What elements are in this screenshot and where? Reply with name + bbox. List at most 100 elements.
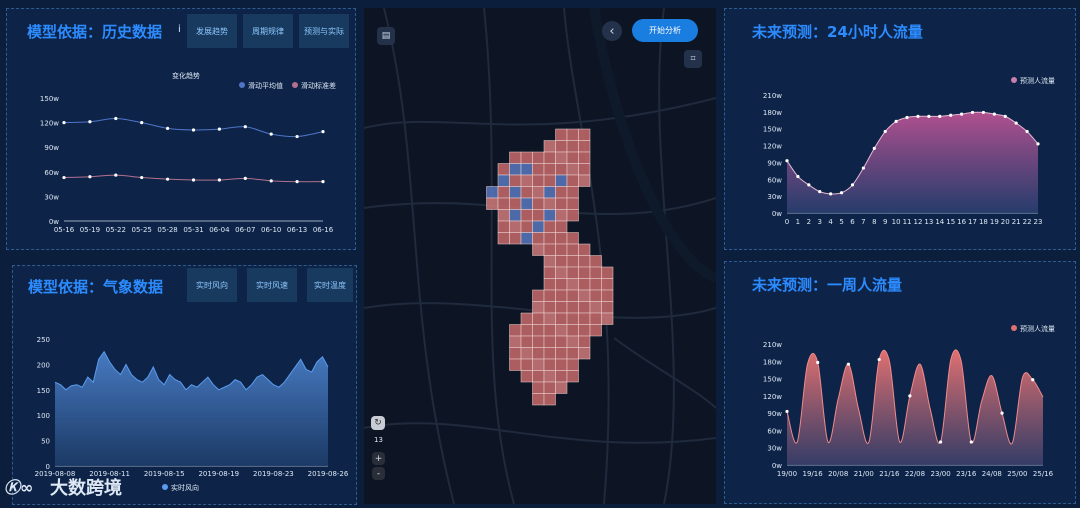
map-road	[658, 8, 675, 504]
heatmap-cell	[555, 289, 568, 302]
data-point	[140, 175, 144, 180]
heatmap-cell	[566, 301, 579, 314]
data-point	[818, 190, 822, 194]
x-tick-label: 25/16	[1033, 470, 1054, 478]
map-view[interactable]: ▤ ‹ 开始分析 ⌗ ↻ 13 + -	[364, 8, 716, 504]
zoom-in-button[interactable]: +	[372, 452, 385, 465]
data-point	[938, 114, 942, 118]
heatmap-cell	[520, 370, 533, 383]
heatmap-cell	[578, 324, 591, 337]
data-point	[88, 175, 92, 179]
x-tick-label: 19	[990, 218, 999, 226]
layers-icon[interactable]: ▤	[377, 27, 395, 45]
heatmap-cell	[589, 266, 602, 279]
y-tick-label: 120w	[763, 393, 782, 401]
data-point	[62, 175, 66, 180]
x-tick-label: 22/08	[905, 470, 925, 478]
heatmap-cell	[543, 220, 556, 233]
data-point	[872, 146, 876, 150]
heatmap-cell	[532, 381, 545, 394]
data-point	[166, 126, 170, 130]
data-point	[295, 134, 299, 139]
data-point	[166, 177, 170, 181]
map-canvas[interactable]	[364, 8, 716, 504]
y-tick-label: 150w	[40, 95, 59, 103]
map-river	[589, 8, 716, 283]
legend-label: 预测人流量	[1020, 324, 1055, 333]
x-tick-label: 21	[1012, 218, 1021, 226]
heatmap-cell	[543, 393, 556, 406]
legend-marker	[162, 484, 168, 490]
x-tick-label: 23/00	[931, 470, 951, 478]
heatmap-cell	[555, 301, 568, 314]
heatmap-cell	[578, 266, 591, 279]
x-tick-label: 5	[839, 218, 843, 226]
heatmap-cell	[520, 347, 533, 360]
heatmap-cell	[555, 278, 568, 291]
data-point	[981, 110, 986, 115]
data-point	[269, 132, 273, 136]
data-point	[883, 129, 887, 134]
heatmap-cell	[520, 312, 533, 325]
y-tick-label: 60w	[767, 427, 782, 435]
x-tick-label: 20	[1001, 218, 1010, 226]
zoom-out-button[interactable]: -	[372, 467, 385, 480]
x-tick-label: 1	[796, 218, 800, 226]
data-point	[88, 120, 92, 124]
y-tick-label: 0w	[49, 218, 59, 226]
heatmap-cell	[520, 220, 533, 233]
select-tool-icon[interactable]: ⌗	[684, 50, 702, 68]
heatmap-cell	[589, 289, 602, 302]
y-tick-label: 30w	[767, 193, 782, 201]
back-button[interactable]: ‹	[602, 21, 622, 41]
x-tick-label: 19/00	[777, 470, 797, 478]
heatmap-cell	[578, 335, 591, 348]
x-tick-label: 8	[872, 218, 876, 226]
heatmap-cell	[555, 243, 568, 256]
heatmap-cell	[566, 335, 579, 348]
heatmap-cell	[509, 335, 522, 348]
heatmap-cell	[532, 209, 545, 222]
x-tick-label: 23/16	[956, 470, 977, 478]
heatmap-cell	[566, 140, 579, 153]
svg-text:Ⓚ∞: Ⓚ∞	[4, 478, 33, 497]
start-analysis-button[interactable]: 开始分析	[632, 19, 698, 42]
heatmap-cell	[601, 301, 614, 314]
y-tick-label: 100	[37, 412, 50, 420]
y-tick-label: 30w	[44, 193, 59, 201]
heatmap-cell	[566, 209, 579, 222]
heatmap-cell	[555, 335, 568, 348]
heatmap-cell	[532, 301, 545, 314]
heatmap-cell	[497, 197, 510, 210]
x-tick-label: 19/16	[803, 470, 824, 478]
heatmap-cell	[578, 140, 591, 153]
y-tick-label: 200	[37, 361, 50, 369]
heatmap-cell	[543, 324, 556, 337]
x-tick-label: 15	[946, 218, 955, 226]
data-point	[908, 394, 912, 398]
data-point	[1036, 142, 1040, 146]
data-point	[321, 180, 325, 184]
heatmap-cell	[532, 186, 545, 199]
y-tick-label: 30w	[767, 445, 782, 453]
heatmap-cell	[555, 151, 568, 164]
forecast-24h-panel: 未来预测：24小时人流量 0w 30w 60w 90w 120w 150w 180w 210w…	[724, 8, 1076, 250]
heatmap-cell	[578, 174, 591, 187]
reset-rotation-icon[interactable]: ↻	[371, 416, 385, 430]
heatmap-cell	[566, 266, 579, 279]
y-tick-label: 150w	[763, 376, 782, 384]
heatmap-cell	[543, 381, 556, 394]
data-point	[243, 176, 247, 180]
y-tick-label: 50	[41, 438, 50, 446]
x-tick-label: 7	[861, 218, 865, 226]
map-road	[383, 8, 455, 504]
heatmap-cell	[486, 186, 499, 199]
data-point	[295, 180, 299, 184]
legend-label: 滑动平均值	[248, 81, 283, 90]
heatmap-cell	[566, 370, 579, 383]
x-tick-label: 11	[903, 218, 912, 226]
heatmap-cell	[578, 243, 591, 256]
zoom-level: 13	[374, 436, 383, 444]
heatmap-cell	[543, 255, 556, 268]
heatmap-cell	[509, 220, 522, 233]
